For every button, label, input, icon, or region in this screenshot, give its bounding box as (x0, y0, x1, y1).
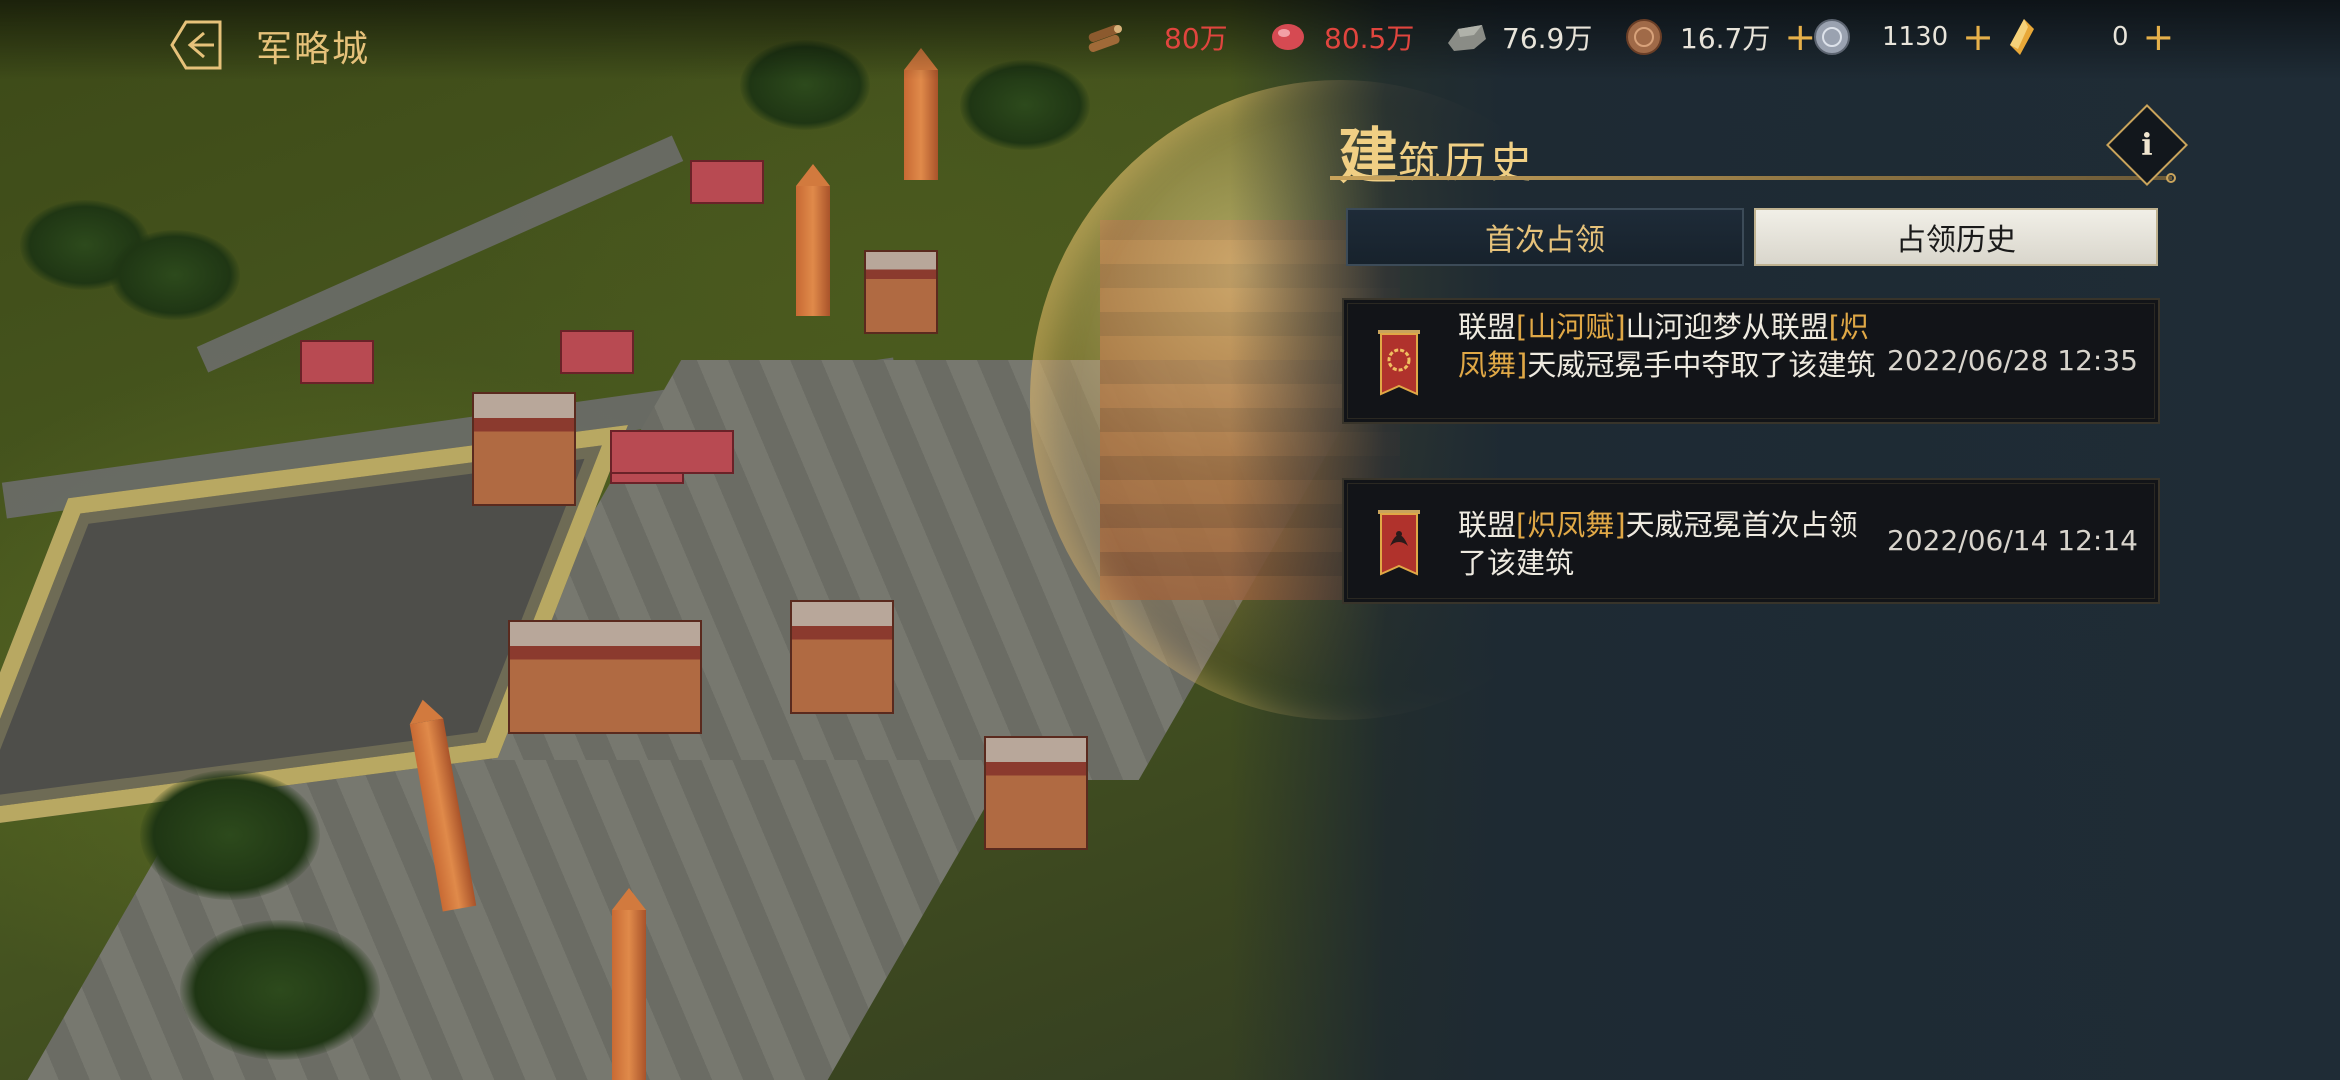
pillar (790, 600, 894, 714)
meat-amount: 80.5万 (1324, 22, 1415, 55)
top-bar: 军略城 80万 80.5万 76.9万 16.7万 + 1130 + 0 + (0, 0, 2340, 80)
record-timestamp: 2022/06/14 12:14 (1887, 524, 2138, 557)
obelisk (612, 888, 646, 1080)
resource-wood[interactable]: 80万 (1082, 14, 1228, 60)
info-icon: i (2141, 127, 2153, 163)
obelisk (796, 164, 830, 316)
alliance-name[interactable]: [山河赋] (1516, 310, 1626, 344)
gold-amount: 0 (2112, 22, 2129, 52)
wood-icon (1088, 24, 1122, 53)
tab-first-occupation[interactable]: 首次占领 (1346, 208, 1744, 266)
red-tent (300, 340, 374, 384)
copper-coin-icon (1626, 19, 1662, 55)
resource-meat[interactable]: 80.5万 (1266, 14, 1414, 60)
palm-tree (140, 770, 320, 900)
record-timestamp: 2022/06/28 12:35 (1887, 344, 2138, 377)
record-text-part: 山河迎梦从联盟 (1625, 310, 1829, 344)
record-description: 联盟[炽凤舞]天威冠冕首次占领了该建筑 (1458, 506, 1878, 582)
city-title: 军略城 (256, 29, 371, 70)
panel-title: 建筑历史 (1338, 108, 1536, 195)
back-arrow-icon (170, 20, 222, 70)
pillar (864, 250, 938, 334)
history-record: 联盟[山河赋]山河迎梦从联盟[炽凤舞]天威冠冕手中夺取了该建筑 2022/06/… (1342, 298, 2160, 424)
record-text-part: 联盟 (1458, 310, 1517, 344)
pillar (472, 392, 576, 506)
resource-copper[interactable]: 16.7万 + (1622, 14, 1816, 60)
record-description: 联盟[山河赋]山河迎梦从联盟[炽凤舞]天威冠冕手中夺取了该建筑 (1458, 308, 1878, 384)
resource-silver[interactable]: 1130 + (1810, 14, 1994, 60)
record-text-part: 联盟 (1458, 508, 1517, 542)
panel-title-initial: 建 (1338, 122, 1398, 192)
history-record: 联盟[炽凤舞]天威冠冕首次占领了该建筑 2022/06/14 12:14 (1342, 478, 2160, 604)
gold-crystal-icon (2010, 19, 2034, 55)
record-text-part: 天威冠冕手中夺取了该建筑 (1527, 348, 1876, 382)
meat-icon (1272, 24, 1304, 50)
title-divider (1330, 173, 2176, 183)
red-tent (560, 330, 634, 374)
courtyard-building[interactable] (508, 620, 702, 734)
silver-coin-icon (1814, 19, 1850, 55)
red-tent (610, 430, 734, 474)
pillar (984, 736, 1088, 850)
wood-amount: 80万 (1164, 22, 1228, 55)
add-silver-button[interactable]: + (1962, 18, 1994, 56)
palm-tree (180, 920, 380, 1060)
tab-occupation-history[interactable]: 占领历史 (1754, 208, 2158, 266)
stone-amount: 76.9万 (1502, 22, 1593, 55)
palm-tree (110, 230, 240, 320)
back-button[interactable] (168, 16, 226, 74)
copper-amount: 16.7万 (1680, 22, 1771, 55)
alliance-banner-wreath-icon (1378, 330, 1420, 396)
red-tent (690, 160, 764, 204)
obelisk (904, 48, 938, 180)
resource-gold[interactable]: 0 + (2000, 14, 2174, 60)
alliance-name[interactable]: [炽凤舞] (1516, 508, 1626, 542)
stone-icon (1448, 25, 1486, 51)
alliance-banner-phoenix-icon (1378, 510, 1420, 576)
resource-stone[interactable]: 76.9万 (1444, 14, 1592, 60)
silver-amount: 1130 (1882, 22, 1949, 52)
add-gold-button[interactable]: + (2143, 18, 2175, 56)
